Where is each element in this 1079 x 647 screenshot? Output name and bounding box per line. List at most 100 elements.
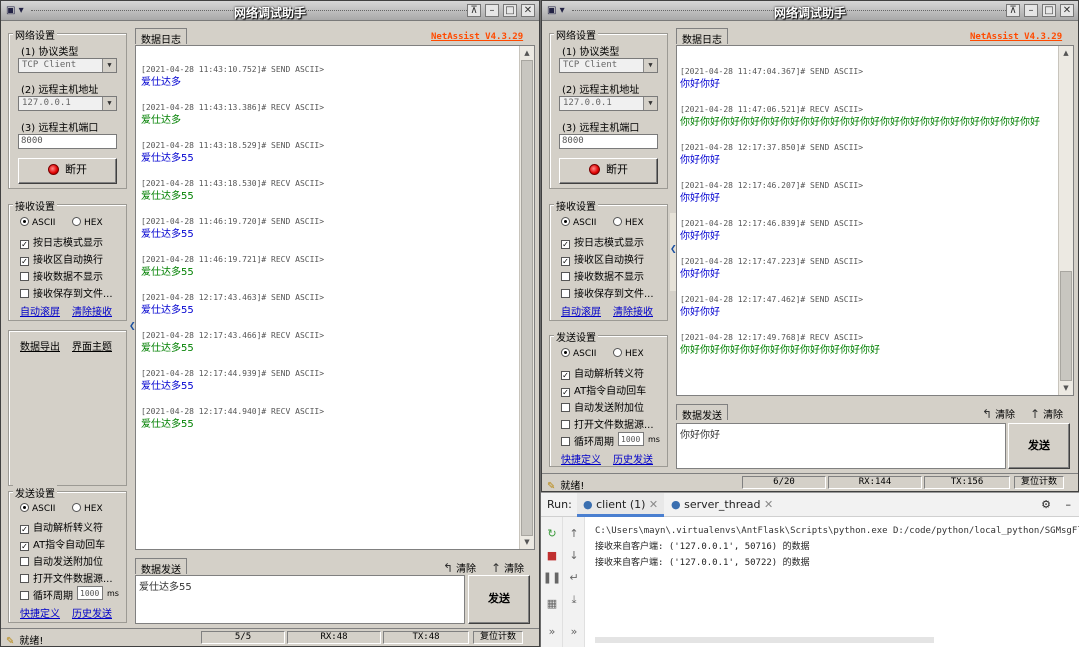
- scroll-up-icon[interactable]: ▲: [1059, 46, 1073, 60]
- rerun-icon[interactable]: ↻: [541, 527, 563, 540]
- expand-icon[interactable]: »: [541, 625, 563, 638]
- tab-data-log[interactable]: 数据日志: [135, 28, 187, 46]
- recv-wrap-checkbox[interactable]: ✓ 接收区自动换行: [561, 251, 644, 266]
- file-source-checkbox[interactable]: 打开文件数据源...: [20, 570, 113, 585]
- vertical-scrollbar[interactable]: ▲ ▼: [519, 46, 534, 549]
- host-select[interactable]: 127.0.0.1 ▼: [18, 96, 117, 111]
- vertical-scrollbar[interactable]: ▲ ▼: [1058, 46, 1073, 395]
- maximize-button[interactable]: □: [1042, 4, 1056, 17]
- title-bar[interactable]: ▣ ▾ 网络调试助手 ⊼ – □ ✕: [542, 1, 1078, 21]
- tab-data-log[interactable]: 数据日志: [676, 28, 728, 46]
- tab-data-send[interactable]: 数据发送: [135, 558, 187, 576]
- send-history-link[interactable]: 历史发送: [72, 605, 112, 620]
- brand-link[interactable]: NetAssist V4.3.29: [970, 32, 1062, 42]
- send-hex-radio[interactable]: HEX: [72, 503, 103, 514]
- pin-icon[interactable]: ⊼: [1006, 4, 1020, 17]
- scroll-down-icon[interactable]: ▼: [520, 535, 534, 549]
- brand-link[interactable]: NetAssist V4.3.29: [431, 32, 523, 42]
- recv-hex-radio[interactable]: HEX: [613, 217, 644, 228]
- pause-icon[interactable]: ❚❚: [541, 571, 563, 584]
- period-input[interactable]: 1000: [618, 432, 644, 446]
- log-mode-checkbox[interactable]: ✓ 按日志模式显示: [561, 234, 644, 249]
- scroll-down-icon[interactable]: ▼: [1059, 381, 1073, 395]
- send-hex-radio[interactable]: HEX: [613, 348, 644, 359]
- up-icon[interactable]: ↑: [563, 527, 585, 540]
- disconnect-button[interactable]: 断开: [559, 158, 658, 184]
- recv-save-file-checkbox[interactable]: 接收保存到文件...: [20, 285, 113, 300]
- reset-count-button[interactable]: 复位计数: [1014, 476, 1064, 489]
- log-mode-checkbox[interactable]: ✓ 按日志模式显示: [20, 234, 103, 249]
- send-input[interactable]: 你好你好: [676, 423, 1006, 469]
- gear-icon[interactable]: ⚙: [1035, 493, 1057, 517]
- reset-count-button[interactable]: 复位计数: [473, 631, 523, 644]
- cycle-period-checkbox[interactable]: 循环周期: [561, 433, 614, 448]
- shortcut-define-link[interactable]: 快捷定义: [561, 451, 601, 466]
- recv-ascii-radio[interactable]: ASCII: [561, 217, 596, 228]
- down-icon[interactable]: ↓: [563, 549, 585, 562]
- send-ascii-radio[interactable]: ASCII: [561, 348, 596, 359]
- tab-server-thread[interactable]: ● server_thread ✕: [665, 493, 779, 517]
- scroll-thumb[interactable]: [521, 60, 533, 536]
- stop-icon[interactable]: ■: [541, 549, 563, 562]
- console-output[interactable]: C:\Users\mayn\.virtualenvs\AntFlask\Scri…: [595, 523, 1079, 571]
- tab-client[interactable]: ● client (1) ✕: [577, 493, 665, 517]
- clear-receive-link[interactable]: 清除接收: [613, 303, 653, 318]
- data-export-link[interactable]: 数据导出: [20, 338, 60, 353]
- send-button[interactable]: 发送: [468, 575, 530, 624]
- minimize-button[interactable]: –: [485, 4, 499, 17]
- title-bar[interactable]: ▣ ▾ 网络调试助手 ⊼ – □ ✕: [1, 1, 539, 21]
- minimize-button[interactable]: –: [1024, 4, 1038, 17]
- send-button[interactable]: 发送: [1008, 423, 1070, 469]
- clear-receive-link[interactable]: 清除接收: [72, 303, 112, 318]
- protocol-select[interactable]: TCP Client ▼: [559, 58, 658, 73]
- pin-icon[interactable]: ⊼: [467, 4, 481, 17]
- minimize-icon[interactable]: –: [1060, 493, 1078, 517]
- send-history-link[interactable]: 历史发送: [613, 451, 653, 466]
- clear-history-button[interactable]: ↑ 清除: [1030, 406, 1063, 421]
- close-button[interactable]: ✕: [1060, 4, 1074, 17]
- shortcut-define-link[interactable]: 快捷定义: [20, 605, 60, 620]
- scroll-up-icon[interactable]: ▲: [520, 46, 534, 60]
- send-ascii-radio[interactable]: ASCII: [20, 503, 55, 514]
- recv-hide-checkbox[interactable]: 接收数据不显示: [20, 268, 103, 283]
- receive-log[interactable]: [2021-04-28 11:43:10.752]# SEND ASCII> 爱仕…: [135, 45, 535, 550]
- close-button[interactable]: ✕: [521, 4, 535, 17]
- port-input[interactable]: 8000: [18, 134, 117, 149]
- auto-append-checkbox[interactable]: 自动发送附加位: [561, 399, 644, 414]
- close-icon[interactable]: ✕: [764, 498, 773, 511]
- close-icon[interactable]: ✕: [649, 498, 658, 511]
- clear-send-button[interactable]: ↰ 清除: [443, 560, 476, 575]
- at-auto-return-checkbox[interactable]: ✓ AT指令自动回车: [20, 536, 105, 551]
- recv-hide-checkbox[interactable]: 接收数据不显示: [561, 268, 644, 283]
- protocol-select[interactable]: TCP Client ▼: [18, 58, 117, 73]
- scroll-thumb[interactable]: [1060, 271, 1072, 381]
- recv-ascii-radio[interactable]: ASCII: [20, 217, 55, 228]
- send-input[interactable]: 爱仕达多55: [135, 575, 465, 624]
- layout-icon[interactable]: ▦: [541, 597, 563, 610]
- recv-save-file-checkbox[interactable]: 接收保存到文件...: [561, 285, 654, 300]
- period-input[interactable]: 1000: [77, 586, 103, 600]
- at-auto-return-checkbox[interactable]: ✓ AT指令自动回车: [561, 382, 646, 397]
- clear-send-button[interactable]: ↰ 清除: [982, 406, 1015, 421]
- tab-data-send[interactable]: 数据发送: [676, 404, 728, 422]
- cycle-period-checkbox[interactable]: 循环周期: [20, 587, 73, 602]
- maximize-button[interactable]: □: [503, 4, 517, 17]
- host-select[interactable]: 127.0.0.1 ▼: [559, 96, 658, 111]
- file-source-checkbox[interactable]: 打开文件数据源...: [561, 416, 654, 431]
- receive-log[interactable]: [2021-04-28 11:47:04.367]# SEND ASCII> 你好…: [676, 45, 1074, 396]
- clear-history-button[interactable]: ↑ 清除: [491, 560, 524, 575]
- recv-wrap-checkbox[interactable]: ✓ 接收区自动换行: [20, 251, 103, 266]
- recv-hex-radio[interactable]: HEX: [72, 217, 103, 228]
- disconnect-button[interactable]: 断开: [18, 158, 117, 184]
- escape-parse-checkbox[interactable]: ✓ 自动解析转义符: [561, 365, 644, 380]
- theme-link[interactable]: 界面主题: [72, 338, 112, 353]
- escape-parse-checkbox[interactable]: ✓ 自动解析转义符: [20, 519, 103, 534]
- expand-icon[interactable]: »: [563, 625, 585, 638]
- auto-scroll-link[interactable]: 自动滚屏: [561, 303, 601, 318]
- auto-scroll-link[interactable]: 自动滚屏: [20, 303, 60, 318]
- auto-append-checkbox[interactable]: 自动发送附加位: [20, 553, 103, 568]
- port-input[interactable]: 8000: [559, 134, 658, 149]
- horizontal-scrollbar[interactable]: [595, 637, 934, 643]
- wrap-icon[interactable]: ↵: [563, 571, 585, 584]
- scroll-end-icon[interactable]: ⤓: [563, 593, 585, 607]
